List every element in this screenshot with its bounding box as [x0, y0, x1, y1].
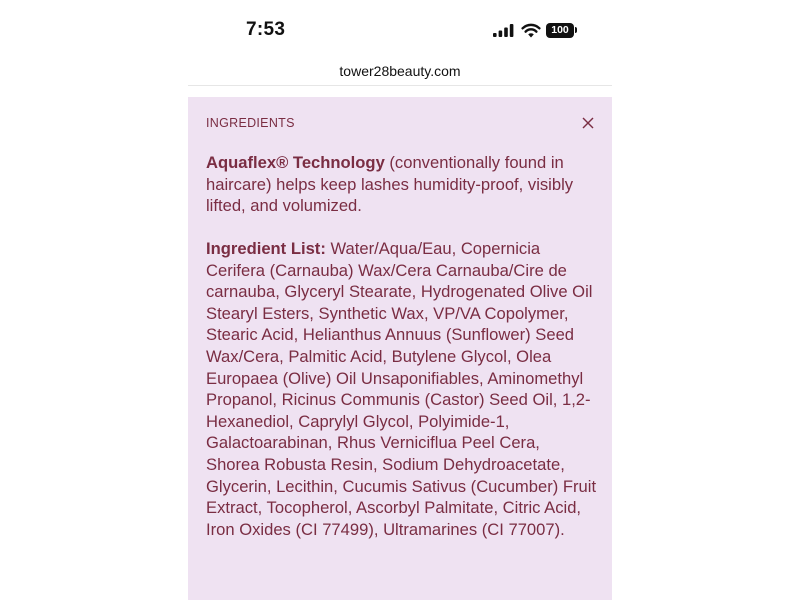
battery-icon: 100 — [546, 23, 574, 38]
phone-screen: 7:53 100 tower28beauty.com INGREDIENTS A… — [188, 0, 612, 600]
header-divider — [188, 85, 612, 86]
ingredients-panel: INGREDIENTS Aquaflex® Technology (conven… — [188, 97, 612, 600]
battery-level: 100 — [551, 24, 569, 36]
ingredient-list-label: Ingredient List: — [206, 239, 326, 258]
panel-title: INGREDIENTS — [206, 116, 295, 130]
ingredient-list-paragraph: Ingredient List: Water/Aqua/Eau, Coperni… — [206, 238, 598, 540]
url-text: tower28beauty.com — [339, 63, 461, 79]
battery-cap — [575, 27, 577, 33]
technology-paragraph: Aquaflex® Technology (conventionally fou… — [206, 152, 598, 217]
url-bar[interactable]: tower28beauty.com — [188, 58, 612, 84]
close-icon[interactable] — [580, 115, 596, 131]
technology-label: Aquaflex® Technology — [206, 153, 385, 172]
status-time: 7:53 — [246, 19, 286, 40]
signal-icon — [493, 24, 514, 37]
wifi-icon — [521, 23, 541, 38]
ingredient-list-text: Water/Aqua/Eau, Copernicia Cerifera (Car… — [206, 239, 597, 539]
status-bar: 7:53 100 — [188, 0, 612, 56]
